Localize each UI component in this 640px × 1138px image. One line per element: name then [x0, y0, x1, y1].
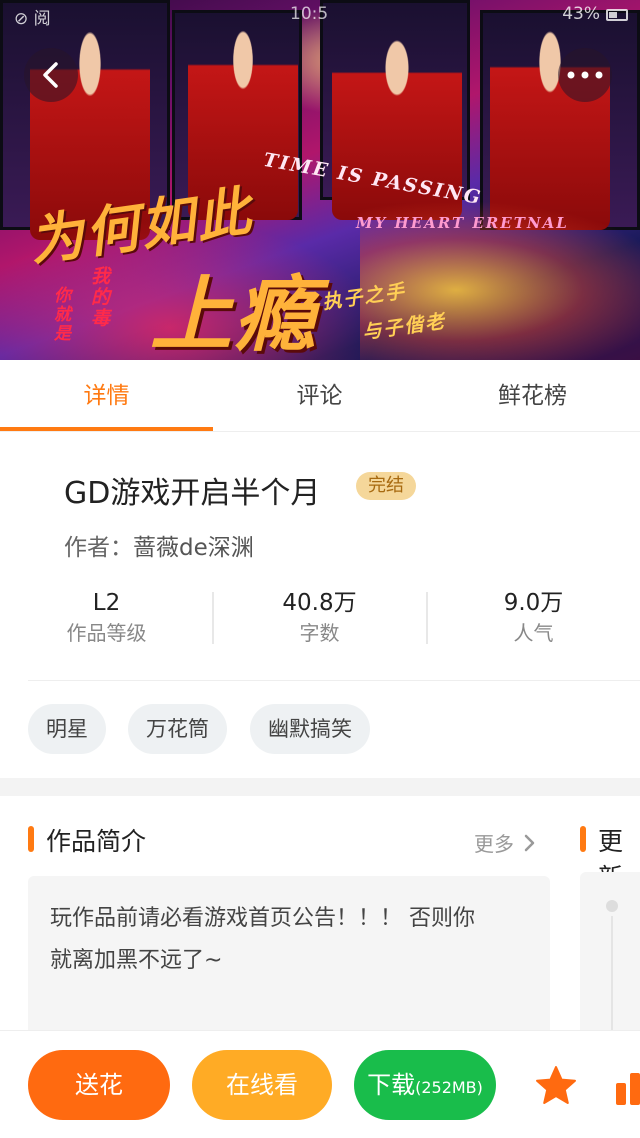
- cover-text-heart: MY HEART ERETNAL: [356, 214, 569, 232]
- timeline-line: [611, 916, 613, 1046]
- tab-comments[interactable]: 评论: [213, 360, 426, 432]
- download-label: 下载: [367, 1071, 416, 1099]
- stat-popularity: 9.0万 人气: [427, 588, 640, 648]
- cover-text-small-2: 我的毒: [88, 266, 110, 329]
- back-button[interactable]: [24, 48, 78, 102]
- tab-flower-rank[interactable]: 鲜花榜: [426, 360, 639, 432]
- status-left: ⊘ 阅: [14, 9, 51, 29]
- download-button[interactable]: 下载(252MB): [354, 1050, 496, 1120]
- divider: [28, 680, 640, 681]
- intro-title: 作品简介: [46, 827, 147, 856]
- intro-text-line: 玩作品前请必看游戏首页公告！！！ 否则你: [50, 906, 475, 931]
- download-size: (252MB): [415, 1078, 483, 1097]
- intro-text-line: 就离加黑不远了~: [50, 948, 223, 973]
- star-icon: [536, 1066, 576, 1104]
- cover-banner: TIME IS PASSING MY HEART ERETNAL 为何如此 上瘾…: [0, 0, 640, 360]
- tag-celebrity[interactable]: 明星: [28, 704, 106, 754]
- work-info-card: GD游戏开启半个月 完结 作者：蔷薇de深渊 L2 作品等级 40.8万 字数 …: [0, 432, 640, 778]
- cover-text-big: 上瘾: [150, 267, 318, 360]
- stat-label: 作品等级: [66, 621, 147, 645]
- battery-icon: [606, 9, 628, 21]
- detail-tabs: 详情 评论 鲜花榜: [0, 360, 640, 432]
- more-label: 更多: [474, 832, 514, 856]
- chevron-left-icon: [43, 62, 58, 88]
- author-line: 作者：蔷薇de深渊: [64, 528, 254, 562]
- author-label: 作者：: [64, 535, 133, 561]
- chevron-right-icon: [525, 834, 535, 852]
- section-marker: [28, 826, 34, 852]
- tab-details[interactable]: 详情: [0, 360, 213, 432]
- bar-chart-icon: [616, 1073, 640, 1105]
- intro-more-link[interactable]: 更多: [474, 828, 536, 857]
- status-battery-text: 43%: [562, 4, 600, 24]
- stat-value: 9.0万: [503, 590, 564, 616]
- work-title: GD游戏开启半个月: [64, 476, 321, 511]
- cover-text-small-1: 你就是: [50, 286, 70, 343]
- timeline-dot: [606, 900, 618, 912]
- ranking-button[interactable]: [612, 1067, 640, 1107]
- stat-level: L2 作品等级: [0, 588, 213, 648]
- tag-kaleidoscope[interactable]: 万花筒: [128, 704, 227, 754]
- tab-indicator: [0, 427, 213, 431]
- tag-humor[interactable]: 幽默搞笑: [250, 704, 370, 754]
- favorite-button[interactable]: [534, 1065, 578, 1107]
- stat-value: 40.8万: [282, 590, 357, 616]
- stat-value: L2: [92, 590, 121, 616]
- read-online-button[interactable]: 在线看: [192, 1050, 332, 1120]
- stat-label: 人气: [513, 621, 554, 645]
- ellipsis-icon: [567, 71, 603, 79]
- status-badge: 完结: [356, 472, 416, 500]
- status-bar: ⊘ 阅 10:5 43%: [0, 4, 640, 29]
- stat-word-count: 40.8万 字数: [213, 588, 426, 648]
- stat-label: 字数: [299, 621, 340, 645]
- more-button[interactable]: [558, 48, 612, 102]
- action-bar: 送花 在线看 下载(252MB): [0, 1030, 640, 1138]
- section-marker: [580, 826, 586, 852]
- status-time: 10:5: [290, 4, 329, 24]
- send-flower-button[interactable]: 送花: [28, 1050, 170, 1120]
- author-name[interactable]: 蔷薇de深渊: [133, 535, 254, 561]
